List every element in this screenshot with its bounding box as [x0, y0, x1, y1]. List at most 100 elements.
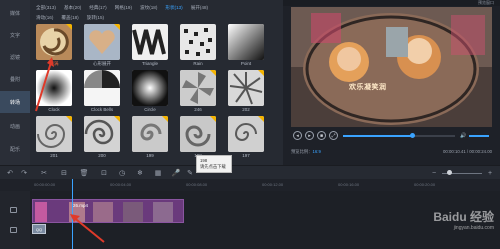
redo-icon[interactable]: ↷ — [20, 169, 28, 177]
sidebar-item-filter[interactable]: 滤镜 — [0, 46, 30, 68]
sidebar-item-label: 媒体 — [9, 10, 20, 17]
zoom-out-icon[interactable]: − — [430, 169, 438, 177]
tile-label: 心形展开 — [93, 61, 111, 66]
transition-tile-197[interactable] — [228, 116, 264, 152]
transition-tile-rain[interactable] — [180, 24, 216, 60]
playback-controls: ◂ ▸ ■ ⤢ 🔊 — [291, 130, 492, 142]
sidebar-item-music[interactable]: 配乐 — [0, 138, 30, 160]
download-badge-icon — [258, 70, 264, 76]
tab-category-basic[interactable]: 基本(20) — [64, 5, 81, 11]
ruler-tick: 00:00:08.00 — [186, 182, 208, 187]
transition-library: 全部(313) 基本(20) 经典(17) 网格(19) 波纹(18) 形状(1… — [30, 0, 283, 165]
sidebar-item-overlay[interactable]: 叠附 — [0, 68, 30, 90]
tab-category-rotate[interactable]: 旋转(15) — [87, 15, 104, 21]
annotation-arrow-icon — [35, 57, 54, 112]
timeline-zoom-handle[interactable] — [447, 170, 452, 175]
video-preview[interactable]: 欢乐凝笑润 — [291, 7, 492, 127]
sidebar-item-label: 转场 — [9, 99, 20, 106]
aspect-ratio-selector[interactable]: 预览比例：16:9 — [291, 149, 321, 155]
transition-tile-clock-bells[interactable] — [84, 70, 120, 106]
download-badge-icon — [66, 116, 72, 122]
tab-category-classic[interactable]: 经典(17) — [89, 5, 106, 11]
fullscreen-button[interactable]: ⤢ — [329, 131, 338, 140]
rain-thumbnail-icon — [184, 28, 212, 56]
triangle-thumbnail-icon — [132, 29, 166, 55]
transition-tile-triangle[interactable] — [132, 24, 168, 60]
playback-time: 00:00:10.41 / 00:00:24.00 — [443, 149, 492, 154]
sidebar: 媒体 文字 滤镜 叠附 转场 动画 配乐 — [0, 0, 30, 165]
crop-icon[interactable]: ⊡ — [100, 169, 108, 177]
sidebar-item-label: 配乐 — [9, 146, 20, 153]
speed-icon[interactable]: ◷ — [118, 169, 126, 177]
tile-label: 201 — [50, 153, 58, 158]
video-track-icon[interactable] — [10, 207, 17, 213]
tab-category-slide[interactable]: 滑动(16) — [36, 15, 53, 21]
zoom-in-icon[interactable]: + — [486, 169, 494, 177]
tab-category-grid[interactable]: 网格(19) — [115, 5, 132, 11]
previous-frame-button[interactable]: ◂ — [293, 131, 302, 140]
aspect-ratio-label: 预览比例： — [291, 149, 313, 154]
transition-tile-point[interactable] — [228, 24, 264, 60]
baidu-watermark: Baidu 经验 jingyan.baidu.com — [433, 208, 494, 231]
video-frame-image — [291, 7, 492, 127]
overlay-track-icon[interactable] — [10, 227, 17, 233]
ruler-tick: 00:00:20.00 — [414, 182, 436, 187]
download-badge-icon — [114, 24, 120, 30]
sidebar-item-animation[interactable]: 动画 — [0, 115, 30, 137]
transition-tile-heart[interactable] — [84, 24, 120, 60]
mosaic-icon[interactable]: ▦ — [154, 169, 162, 177]
ruler-tick: 00:00:16.00 — [338, 182, 360, 187]
track-headers — [0, 191, 30, 249]
tab-category-cover[interactable]: 覆盖(18) — [61, 15, 78, 21]
aspect-ratio-value: 16:9 — [312, 149, 321, 154]
tab-category-all[interactable]: 全部(313) — [36, 5, 56, 11]
clip-label: 26.mp4 — [73, 203, 89, 208]
playback-progress-bar[interactable] — [343, 133, 455, 138]
transition-tile-circle[interactable] — [132, 70, 168, 106]
transition-tile-199[interactable] — [132, 116, 168, 152]
volume-icon[interactable]: 🔊 — [459, 131, 468, 140]
volume-slider[interactable] — [469, 135, 489, 137]
play-button[interactable]: ▸ — [305, 131, 314, 140]
overlay-clip[interactable]: QQ — [32, 224, 46, 234]
transition-tile-246[interactable] — [180, 70, 216, 106]
delete-icon[interactable]: 🗑 — [80, 169, 89, 177]
ruler-tick: 00:00:00.00 — [34, 182, 56, 187]
sidebar-item-label: 滤镜 — [9, 54, 20, 61]
transition-tile-201[interactable] — [36, 116, 72, 152]
clock-bells-thumbnail-icon — [84, 70, 120, 106]
category-tabs-row1: 全部(313) 基本(20) 经典(17) 网格(19) 波纹(18) 形状(1… — [36, 5, 208, 11]
sidebar-item-text[interactable]: 文字 — [0, 24, 30, 46]
download-badge-icon — [258, 116, 264, 122]
category-tabs-row2: 滑动(16) 覆盖(18) 旋转(15) — [36, 15, 104, 21]
preview-status-bar: 预览比例：16:9 00:00:10.41 / 00:00:24.00 — [291, 147, 492, 157]
transition-tile-200[interactable] — [84, 116, 120, 152]
transition-tile-198[interactable] — [180, 116, 216, 152]
timeline-ruler[interactable]: 00:00:00.00 00:00:04.00 00:00:08.00 00:0… — [0, 179, 500, 191]
tile-label: Point — [240, 61, 252, 66]
tab-category-ripple[interactable]: 波纹(18) — [140, 5, 157, 11]
sidebar-item-media[interactable]: 媒体 — [0, 2, 30, 24]
cut-icon[interactable]: ✂ — [40, 169, 48, 177]
preview-title: 预览窗口 — [478, 0, 494, 5]
playback-progress-handle[interactable] — [410, 133, 416, 138]
sidebar-item-label: 叠附 — [9, 76, 20, 83]
download-badge-icon — [114, 116, 120, 122]
microphone-icon[interactable]: 🎤 — [172, 169, 181, 177]
transition-tile-202[interactable] — [228, 70, 264, 106]
circle-thumbnail-icon — [132, 70, 168, 106]
stop-button[interactable]: ■ — [317, 131, 326, 140]
preview-panel: 预览窗口 欢乐凝笑润 ◂ ▸ ■ ⤢ 🔊 预览比例：16:9 00:00:10.… — [283, 0, 500, 165]
video-clip[interactable]: 26.mp4 — [32, 199, 184, 223]
undo-icon[interactable]: ↶ — [6, 169, 14, 177]
download-tooltip: 198 请先点击下载 — [196, 155, 232, 173]
tab-category-shape[interactable]: 形状(13) — [165, 5, 182, 11]
annotation-arrow-icon — [70, 214, 105, 243]
freeze-icon[interactable]: ❄ — [136, 169, 144, 177]
sidebar-item-transition[interactable]: 转场 — [0, 91, 30, 113]
split-icon[interactable]: ⊟ — [60, 169, 68, 177]
tab-category-expand[interactable]: 展开(48) — [191, 5, 208, 11]
tooltip-text: 请先点击下载 — [200, 164, 226, 169]
edit-icon[interactable]: ✎ — [186, 169, 194, 177]
video-subtitle: 欢乐凝笑润 — [349, 84, 387, 91]
